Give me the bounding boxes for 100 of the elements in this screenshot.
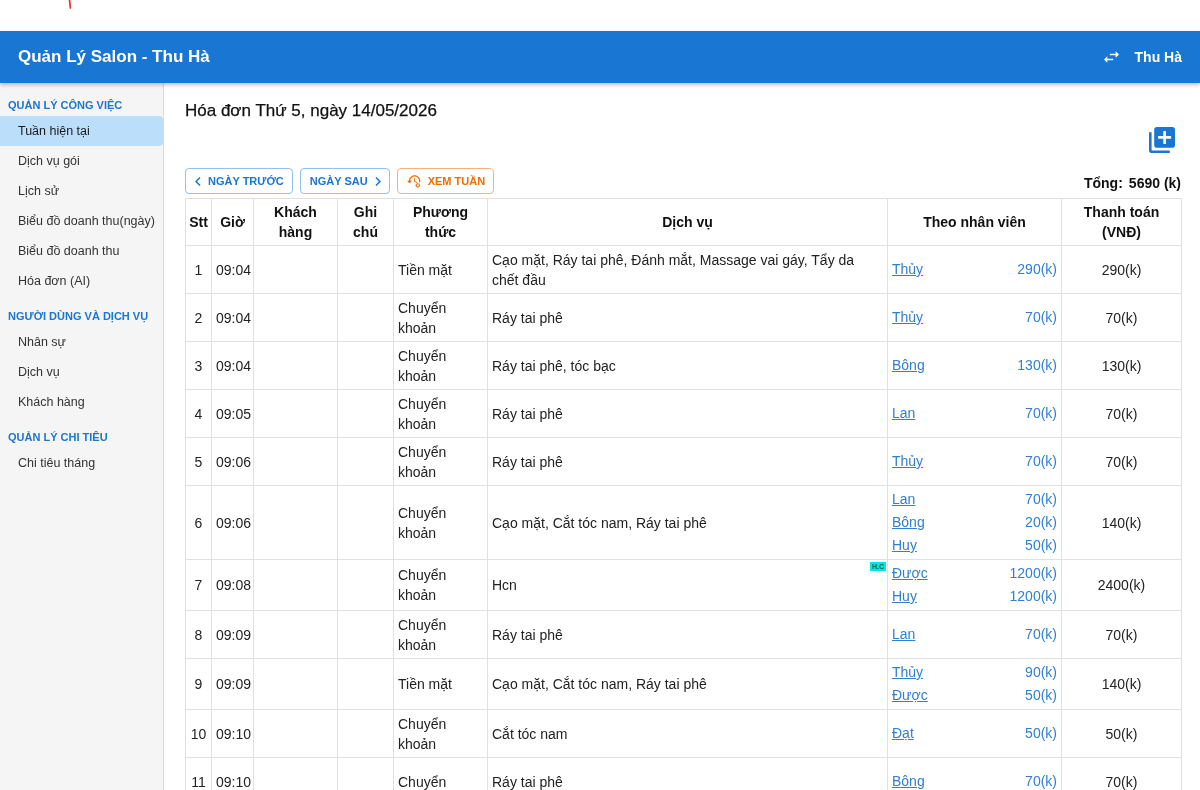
column-header: Thanh toán (VNĐ) — [1061, 198, 1182, 246]
staff-link[interactable]: Lan — [892, 623, 916, 646]
staff-link[interactable]: Lan — [892, 402, 916, 425]
services-text: Cạo mặt, Cắt tóc nam, Ráy tai phê — [492, 514, 707, 531]
services-text: Ráy tai phê — [492, 405, 563, 422]
table-cell: 7 — [185, 559, 212, 611]
table-cell: 140(k) — [1061, 485, 1182, 560]
services-text: Cạo mặt, Cắt tóc nam, Ráy tai phê — [492, 676, 707, 692]
table-cell: Chuyển khoản — [393, 709, 488, 758]
page-title: Hóa đơn Thứ 5, ngày 14/05/2026 — [185, 101, 438, 121]
column-header: Ghi chú — [337, 198, 394, 246]
staff-amount: 1200(k) — [1009, 587, 1057, 606]
staff-link[interactable]: Thủy — [892, 306, 924, 329]
table-cell: 09:08 — [211, 559, 254, 611]
add-stack-icon[interactable] — [1149, 127, 1175, 153]
table-cell: 09:04 — [211, 293, 254, 342]
total-label: Tổng: — [1083, 175, 1123, 191]
nav-item[interactable]: Lịch sử — [0, 176, 163, 206]
staff-amount: 130(k) — [1017, 356, 1057, 375]
staff-link[interactable]: Bông — [892, 354, 925, 377]
table-cell: 2 — [185, 293, 212, 342]
table-cell: 09:04 — [211, 341, 254, 390]
table-cell: 70(k) — [1061, 610, 1182, 659]
table-cell: 09:05 — [211, 389, 254, 438]
table-cell: 09:06 — [211, 437, 254, 486]
nav-item[interactable]: Dịch vụ — [0, 357, 163, 387]
staff-amount: 50(k) — [1025, 724, 1057, 743]
services-text: Cắt tóc nam — [492, 725, 568, 742]
nav-item[interactable]: Chi tiêu tháng — [0, 448, 163, 478]
staff-amount: 290(k) — [1017, 260, 1057, 279]
nav-item[interactable]: Tuần hiện tại — [0, 116, 163, 146]
staff-link[interactable]: Đạt — [892, 722, 914, 745]
staff-amount: 70(k) — [1025, 772, 1057, 790]
staff-link[interactable]: Bông — [892, 511, 925, 534]
staff-amount: 70(k) — [1025, 625, 1057, 644]
staff-amount: 50(k) — [1025, 686, 1057, 705]
staff-amount: 50(k) — [1025, 536, 1057, 555]
table-cell: 70(k) — [1061, 389, 1182, 438]
table-cell: 140(k) — [1061, 658, 1182, 710]
staff-link[interactable]: Được — [892, 562, 928, 585]
column-header: Theo nhân viên — [887, 198, 1062, 246]
table-cell: 3 — [185, 341, 212, 390]
table-cell: Chuyển khoản — [393, 389, 488, 438]
table-cell: Chuyển khoản — [393, 485, 488, 560]
services-text: Ráy tai phê, tóc bạc — [492, 357, 616, 374]
staff-link[interactable]: Thủy — [892, 661, 924, 684]
staff-link[interactable]: Bông — [892, 770, 925, 790]
nav-item[interactable]: Hóa đơn (AI) — [0, 266, 163, 296]
mark-icon — [68, 0, 72, 9]
staff-amount: 90(k) — [1025, 663, 1057, 682]
table-cell: 09:04 — [211, 245, 254, 294]
staff-amount: 70(k) — [1025, 308, 1057, 327]
swap-icon[interactable] — [1103, 51, 1119, 63]
staff-link[interactable]: Huy — [892, 585, 917, 608]
table-cell: 130(k) — [1061, 341, 1182, 390]
week-view-button[interactable]: XEM TUẦN — [396, 168, 495, 194]
nav-item[interactable]: Khách hàng — [0, 387, 163, 417]
nav-item[interactable]: Biểu đồ doanh thu(ngày) — [0, 206, 163, 236]
staff-link[interactable]: Được — [892, 684, 928, 707]
table-cell: 5 — [185, 437, 212, 486]
staff-link[interactable]: Lan — [892, 488, 916, 511]
table-cell: 70(k) — [1061, 293, 1182, 342]
staff-amount: 20(k) — [1025, 513, 1057, 532]
nav-item[interactable]: Nhân sự — [0, 327, 163, 357]
column-header: Dịch vụ — [487, 198, 888, 246]
clock-arrow-icon — [406, 174, 421, 188]
previous-day-button[interactable]: NGÀY TRƯỚC — [185, 168, 293, 194]
staff-link[interactable]: Thủy — [892, 450, 924, 473]
table-cell: Chuyển khoản — [393, 559, 488, 611]
section-heading: QUẢN LÝ CÔNG VIỆC — [7, 98, 124, 114]
staff-amount: 70(k) — [1025, 490, 1057, 509]
table-cell: 10 — [185, 709, 212, 758]
table-cell: Tiền mặt — [393, 245, 488, 294]
table-cell: 290(k) — [1061, 245, 1182, 294]
nav-item[interactable]: Dịch vụ gói — [0, 146, 163, 176]
services-text: Ráy tai phê — [492, 453, 563, 470]
table-cell: 70(k) — [1061, 437, 1182, 486]
table-cell: 09:09 — [211, 658, 254, 710]
services-text: Ráy tai phê — [492, 626, 563, 643]
services-text: Hcn — [492, 577, 517, 593]
table-cell: Chuyển khoản — [393, 437, 488, 486]
column-header: Khách hàng — [253, 198, 338, 246]
next-day-button[interactable]: NGÀY SAU — [299, 168, 390, 194]
column-header: Stt — [185, 198, 212, 246]
chevron-right-icon — [374, 176, 381, 186]
chevron-left-icon — [195, 176, 201, 186]
table-cell: 8 — [185, 610, 212, 659]
table-cell: 50(k) — [1061, 709, 1182, 758]
staff-amount: 70(k) — [1025, 452, 1057, 471]
staff-link[interactable]: Huy — [892, 534, 917, 557]
staff-link[interactable]: Thủy — [892, 258, 924, 281]
table-cell: 6 — [185, 485, 212, 560]
services-text: Ráy tai phê — [492, 309, 563, 326]
nav-item[interactable]: Biểu đồ doanh thu — [0, 236, 163, 266]
staff-amount: 70(k) — [1025, 404, 1057, 423]
table-cell: Chuyển khoản — [393, 341, 488, 390]
table-cell: 1 — [185, 245, 212, 294]
table-cell: 4 — [185, 389, 212, 438]
section-heading: NGƯỜI DÙNG VÀ DỊCH VỤ — [7, 309, 150, 325]
user-name: Thu Hà — [1134, 49, 1182, 65]
